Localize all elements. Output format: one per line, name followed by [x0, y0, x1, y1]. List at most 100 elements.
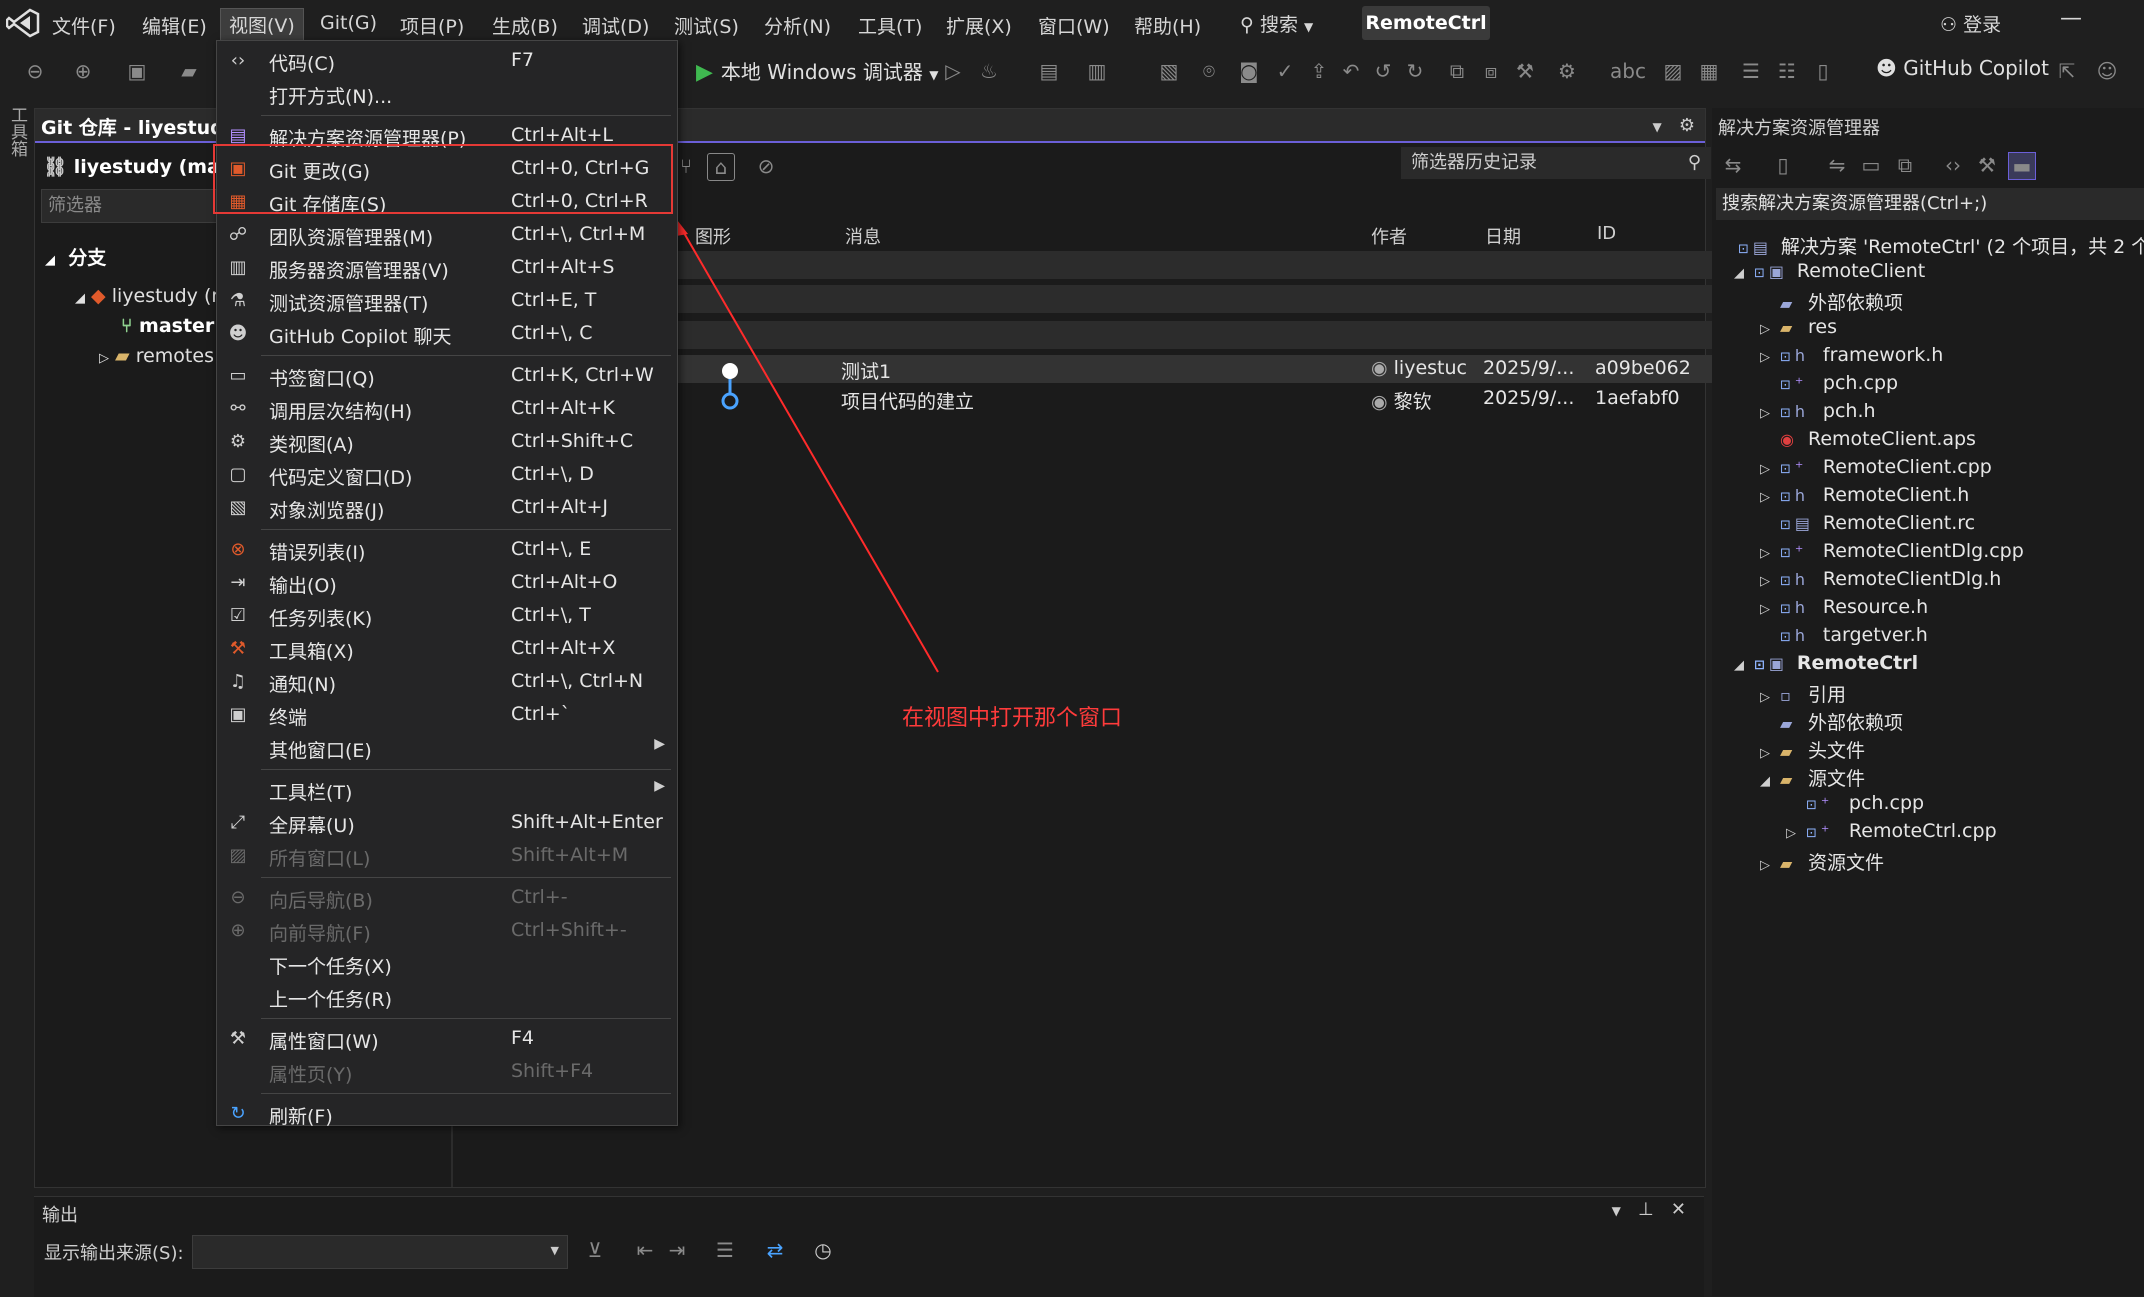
wrench-tool-icon[interactable]: ⚙: [1554, 58, 1580, 84]
menu-item[interactable]: ⤢ 全屏幕(U) Shift+Alt+Enter: [217, 807, 677, 840]
share-icon[interactable]: ⇱: [2054, 58, 2080, 84]
solution-tree-item[interactable]: ◉ RemoteClient.aps: [1760, 428, 1976, 450]
minimize-button[interactable]: —: [2060, 6, 2082, 31]
solution-tree-item[interactable]: ◢ ⊡ ▣ RemoteClient: [1734, 260, 1925, 282]
menu-extensions[interactable]: 扩展(X): [938, 10, 1020, 41]
solution-tree-item[interactable]: ◢ ⊡ ▣ RemoteCtrl: [1734, 652, 1918, 674]
expand-icon[interactable]: ▷: [1760, 746, 1780, 761]
expand-icon[interactable]: ▷: [1760, 350, 1780, 365]
menu-file[interactable]: 文件(F): [44, 10, 124, 41]
solution-tree-item[interactable]: ▷ ⊡ h RemoteClientDlg.h: [1760, 568, 2001, 590]
word-wrap-icon[interactable]: ⇄: [762, 1237, 788, 1263]
pin-icon[interactable]: ⊥: [1638, 1199, 1654, 1220]
hide-icon[interactable]: ⊘: [753, 153, 779, 179]
expand-icon[interactable]: ▷: [1760, 858, 1780, 873]
solution-tree-item[interactable]: ⊡ ⁺ pch.cpp: [1786, 792, 1924, 814]
indent-icon[interactable]: ☰: [1738, 58, 1764, 84]
collapse-icon[interactable]: ◢: [1734, 658, 1754, 673]
solution-tree-item[interactable]: ▷ ⊡ ⁺ RemoteCtrl.cpp: [1786, 820, 1997, 842]
expand-icon[interactable]: ▷: [1760, 690, 1780, 705]
column-date[interactable]: 日期: [1485, 223, 1521, 249]
solution-tree-item[interactable]: ▷ ⊡ h framework.h: [1760, 344, 1943, 366]
folder-icon[interactable]: ▤: [1036, 58, 1062, 84]
menu-item[interactable]: ☑ 任务列表(K) Ctrl+\, T: [217, 600, 677, 633]
menu-item[interactable]: 下一个任务(X): [217, 948, 677, 981]
preview-icon[interactable]: ▬: [2008, 152, 2036, 180]
menu-item[interactable]: ☻ GitHub Copilot 聊天 Ctrl+\, C: [217, 318, 677, 351]
feedback-icon[interactable]: ☺: [2094, 58, 2120, 84]
search-icon[interactable]: ⚲: [1688, 147, 1701, 179]
uncomment-icon[interactable]: ▦: [1696, 58, 1722, 84]
wrench-icon[interactable]: ⚒: [1974, 152, 2000, 178]
clear-all-icon[interactable]: ☰: [712, 1237, 738, 1263]
prev-message-icon[interactable]: ⇤: [632, 1237, 658, 1263]
branch-master[interactable]: ⑂ master: [121, 315, 214, 337]
start-without-debug-icon[interactable]: ▷: [940, 58, 966, 84]
solution-tree-item[interactable]: ▷ ▰ 头文件: [1760, 736, 1865, 763]
menu-build[interactable]: 生成(B): [484, 10, 566, 41]
solution-tree-item[interactable]: ▷ ⊡ h RemoteClient.h: [1760, 484, 1969, 506]
layout-icon[interactable]: ▥: [1084, 58, 1110, 84]
collapse-all-icon[interactable]: ▭: [1858, 152, 1884, 178]
undo-icon[interactable]: ↶: [1338, 58, 1364, 84]
camera-icon[interactable]: ◙: [1236, 58, 1262, 84]
compare-icon[interactable]: ⧉: [1444, 58, 1470, 84]
search-button[interactable]: ⚲ 搜索 ▼: [1240, 10, 1313, 37]
solution-tree-item[interactable]: ◢ ▰ 源文件: [1760, 764, 1865, 791]
tag-icon[interactable]: ⌂: [707, 153, 735, 181]
menu-item[interactable]: ⚙ 类视图(A) Ctrl+Shift+C: [217, 426, 677, 459]
menu-item[interactable]: ⇥ 输出(O) Ctrl+Alt+O: [217, 567, 677, 600]
sync-icon[interactable]: ⇆: [1720, 152, 1746, 178]
solution-tree-item[interactable]: ▷ ▰ 资源文件: [1760, 848, 1884, 875]
run-debugger-button[interactable]: ▶ 本地 Windows 调试器 ▼: [696, 56, 939, 85]
menu-item[interactable]: ▥ 服务器资源管理器(V) Ctrl+Alt+S: [217, 252, 677, 285]
solution-search-input[interactable]: 搜索解决方案资源管理器(Ctrl+;): [1716, 188, 2144, 220]
menu-item[interactable]: ♫ 通知(N) Ctrl+\, Ctrl+N: [217, 666, 677, 699]
menu-item[interactable]: 上一个任务(R): [217, 981, 677, 1014]
menu-item[interactable]: ↻ 刷新(F): [217, 1098, 677, 1131]
menu-item[interactable]: ⚒ 工具箱(X) Ctrl+Alt+X: [217, 633, 677, 666]
column-author[interactable]: 作者: [1371, 223, 1407, 249]
menu-item[interactable]: 其他窗口(E) ▶: [217, 732, 677, 765]
menu-analyze[interactable]: 分析(N): [756, 10, 839, 41]
menu-item[interactable]: ⚒ 属性窗口(W) F4: [217, 1023, 677, 1056]
menu-item[interactable]: ⊗ 错误列表(I) Ctrl+\, E: [217, 534, 677, 567]
menu-window[interactable]: 窗口(W): [1030, 10, 1118, 41]
expand-icon[interactable]: ▷: [1760, 602, 1780, 617]
collapse-icon[interactable]: ◢: [1734, 266, 1754, 281]
menu-item[interactable]: ▣ 终端 Ctrl+`: [217, 699, 677, 732]
branch-remotes[interactable]: ▷ ▰ remotes: [99, 345, 214, 367]
expand-icon[interactable]: ▷: [1786, 826, 1806, 841]
menu-item[interactable]: 工具栏(T) ▶: [217, 774, 677, 807]
menu-item[interactable]: ▢ 代码定义窗口(D) Ctrl+\, D: [217, 459, 677, 492]
next-message-icon[interactable]: ⇥: [664, 1237, 690, 1263]
solution-tree-item[interactable]: ▷ ⊡ h pch.h: [1760, 400, 1876, 422]
menu-help[interactable]: 帮助(H): [1126, 10, 1209, 41]
solution-tree-item[interactable]: ⊡ h targetver.h: [1760, 624, 1928, 646]
menu-tools[interactable]: 工具(T): [850, 10, 930, 41]
solution-tree-item[interactable]: ⊡ ▤ RemoteClient.rc: [1760, 512, 1975, 534]
menu-view[interactable]: 视图(V): [220, 8, 304, 41]
solution-tree-item[interactable]: ▷ ⊡ h Resource.h: [1760, 596, 1928, 618]
back-icon[interactable]: ⊖: [22, 58, 48, 84]
branch-filter-input[interactable]: 筛选器: [41, 189, 229, 223]
solution-tree-item[interactable]: ▷ ▰ res: [1760, 316, 1837, 338]
expand-icon[interactable]: ▷: [1760, 574, 1780, 589]
comment-icon[interactable]: ▨: [1660, 58, 1686, 84]
menu-item[interactable]: ‹› 代码(C) F7: [217, 45, 677, 78]
menu-item[interactable]: ⚯ 调用层次结构(H) Ctrl+Alt+K: [217, 393, 677, 426]
new-project-icon[interactable]: ▣: [124, 58, 150, 84]
bookmark-icon[interactable]: ▯: [1810, 58, 1836, 84]
expand-icon[interactable]: ▷: [1760, 406, 1780, 421]
toolbox-strip[interactable]: 工具箱: [0, 106, 30, 166]
column-graph[interactable]: 图形: [695, 223, 731, 249]
expand-icon[interactable]: ▷: [1760, 322, 1780, 337]
outdent-icon[interactable]: ☷: [1774, 58, 1800, 84]
menu-item[interactable]: ▧ 对象浏览器(J) Ctrl+Alt+J: [217, 492, 677, 525]
menu-item[interactable]: 打开方式(N)...: [217, 78, 677, 111]
menu-item[interactable]: ▭ 书签窗口(Q) Ctrl+K, Ctrl+W: [217, 360, 677, 393]
solution-tree-item[interactable]: ⊡ ⁺ pch.cpp: [1760, 372, 1898, 394]
solution-tree-item[interactable]: ▷ ⊡ ⁺ RemoteClient.cpp: [1760, 456, 1992, 478]
forward-icon[interactable]: ⊕: [70, 58, 96, 84]
menu-test[interactable]: 测试(S): [666, 10, 747, 41]
